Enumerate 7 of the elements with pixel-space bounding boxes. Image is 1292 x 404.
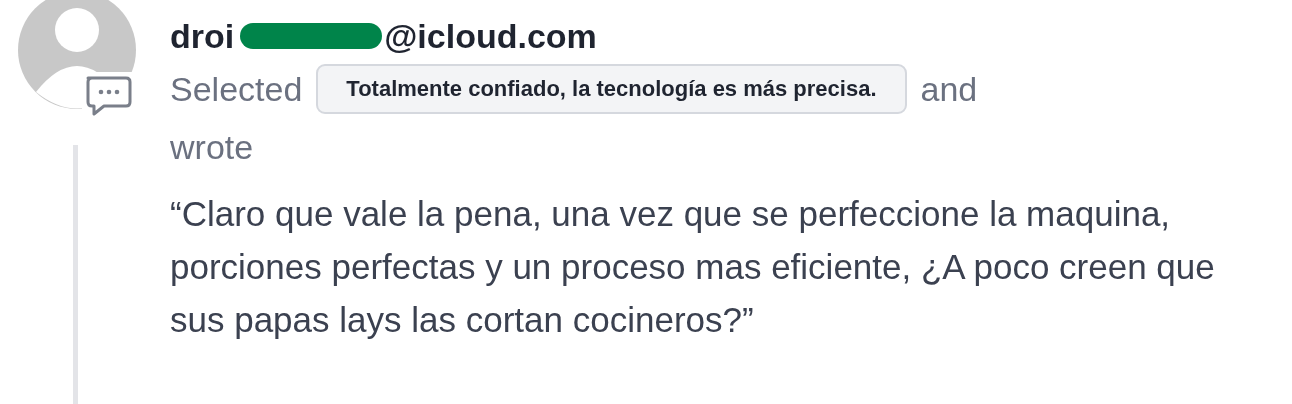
comment-text: “Claro que vale la pena, una vez que se perfeccione la maquina, porciones perfectas y un proceso mas eficiente, ¿A poco creen que sus papas lays las cortan cocineros?”: [170, 193, 1216, 341]
choice-tag: Totalmente confiado, la tecnología es más precisa.: [316, 64, 907, 114]
action-text: wrote: [170, 128, 254, 167]
action-text: and: [920, 69, 978, 109]
action-text: Selected: [170, 69, 303, 109]
author-email: droi: [170, 16, 235, 56]
author-email: @icloud.com: [384, 16, 597, 56]
